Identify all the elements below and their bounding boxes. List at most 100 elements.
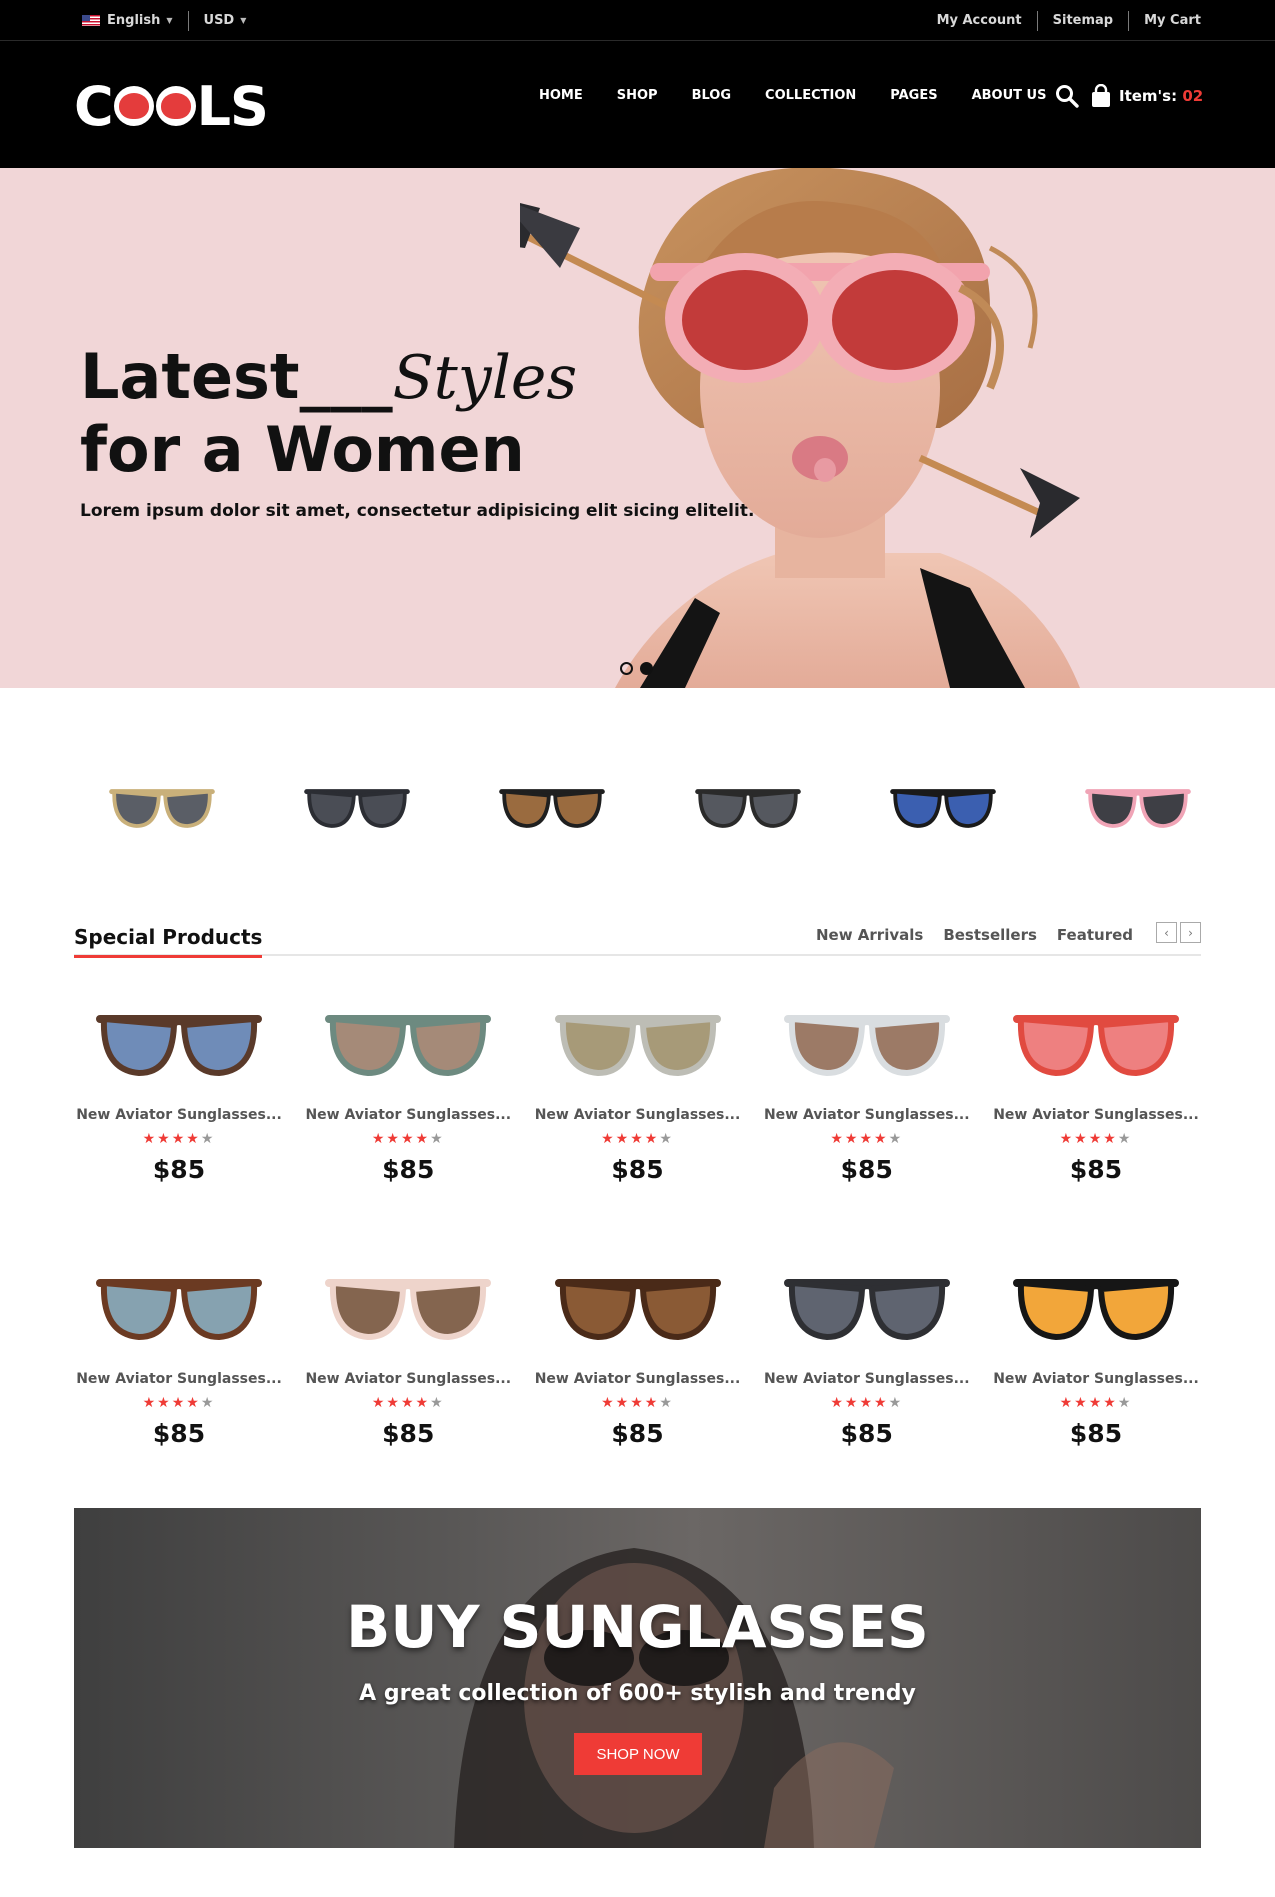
product-image[interactable] xyxy=(84,1249,274,1359)
star-icon: ★ xyxy=(644,1395,660,1411)
product-name[interactable]: New Aviator Sunglasses... xyxy=(76,1107,282,1123)
brand-item[interactable] xyxy=(1076,770,1200,840)
nav-pages[interactable]: PAGES xyxy=(890,88,937,103)
product-name[interactable]: New Aviator Sunglasses... xyxy=(535,1107,741,1123)
my-account-link[interactable]: My Account xyxy=(937,13,1022,28)
cart-button[interactable]: Item's: 02 xyxy=(1091,84,1203,108)
product-card[interactable]: New Aviator Sunglasses... ★★★★★ $85 xyxy=(74,985,284,1249)
product-card[interactable]: New Aviator Sunglasses... ★★★★★ $85 xyxy=(762,985,972,1249)
shop-now-button[interactable]: SHOP NOW xyxy=(574,1733,702,1775)
product-image[interactable] xyxy=(313,1249,503,1359)
star-icon: ★ xyxy=(1059,1395,1075,1411)
star-icon: ★ xyxy=(200,1395,216,1411)
slide-dot-1[interactable] xyxy=(620,662,633,675)
product-card[interactable]: New Aviator Sunglasses... ★★★★★ $85 xyxy=(74,1249,284,1513)
site-logo[interactable]: C LS xyxy=(74,75,269,138)
hero-slider: Latest___Styles for a Women Lorem ipsum … xyxy=(0,168,1275,688)
product-name[interactable]: New Aviator Sunglasses... xyxy=(76,1371,282,1387)
product-name[interactable]: New Aviator Sunglasses... xyxy=(764,1107,970,1123)
brand-item[interactable] xyxy=(881,770,1005,840)
currency-label: USD xyxy=(203,13,235,28)
product-image[interactable] xyxy=(1001,1249,1191,1359)
cart-count: 02 xyxy=(1182,87,1204,105)
star-icon: ★ xyxy=(1088,1395,1104,1411)
brand-item[interactable] xyxy=(295,770,419,840)
slide-dot-2[interactable] xyxy=(640,662,653,675)
hero-model-image xyxy=(520,168,1080,688)
language-label: English xyxy=(107,13,161,28)
my-cart-link[interactable]: My Cart xyxy=(1144,13,1201,28)
product-grid: New Aviator Sunglasses... ★★★★★ $85 New Avi… xyxy=(74,985,1201,1513)
search-icon[interactable] xyxy=(1055,84,1079,108)
nav-about-us[interactable]: ABOUT US xyxy=(972,88,1047,103)
star-icon: ★ xyxy=(888,1131,904,1147)
star-icon: ★ xyxy=(644,1131,660,1147)
product-image[interactable] xyxy=(772,1249,962,1359)
product-price: $85 xyxy=(611,1155,664,1184)
account-links: My Account Sitemap My Cart xyxy=(937,0,1201,41)
product-name[interactable]: New Aviator Sunglasses... xyxy=(764,1371,970,1387)
product-image[interactable] xyxy=(772,985,962,1095)
product-price: $85 xyxy=(152,1419,206,1448)
product-image[interactable] xyxy=(1001,985,1191,1095)
star-icon: ★ xyxy=(874,1395,889,1411)
promo-banner: BUY SUNGLASSES A great collection of 600… xyxy=(74,1508,1201,1848)
nav-blog[interactable]: BLOG xyxy=(692,88,731,103)
tab-featured[interactable]: Featured xyxy=(1057,926,1133,944)
product-card[interactable]: New Aviator Sunglasses... ★★★★★ $85 xyxy=(991,985,1201,1249)
next-arrow-icon[interactable]: › xyxy=(1180,922,1201,943)
product-name[interactable]: New Aviator Sunglasses... xyxy=(993,1107,1199,1123)
nav-shop[interactable]: SHOP xyxy=(617,88,658,103)
brand-item[interactable] xyxy=(490,770,614,840)
product-card[interactable]: New Aviator Sunglasses... ★★★★★ $85 xyxy=(533,1249,743,1513)
product-price: $85 xyxy=(382,1155,435,1184)
product-name[interactable]: New Aviator Sunglasses... xyxy=(305,1371,511,1387)
slider-dots xyxy=(620,662,660,675)
star-rating: ★★★★★ xyxy=(601,1395,674,1411)
nav-collection[interactable]: COLLECTION xyxy=(765,88,856,103)
star-icon: ★ xyxy=(659,1395,674,1411)
star-rating: ★★★★★ xyxy=(601,1131,674,1147)
product-row: New Aviator Sunglasses... ★★★★★ $85 New Avi… xyxy=(74,1249,1201,1513)
star-icon: ★ xyxy=(1103,1131,1118,1147)
carousel-arrows: ‹ › xyxy=(1153,922,1201,943)
currency-selector[interactable]: USD ▼ xyxy=(204,13,247,28)
product-image[interactable] xyxy=(84,985,274,1095)
star-icon: ★ xyxy=(888,1395,904,1411)
star-rating: ★★★★★ xyxy=(1060,1395,1133,1411)
header-tools: Item's: 02 xyxy=(1055,84,1203,108)
language-selector[interactable]: English ▼ xyxy=(82,13,173,28)
star-rating: ★★★★★ xyxy=(143,1131,216,1147)
product-card[interactable]: New Aviator Sunglasses... ★★★★★ $85 xyxy=(991,1249,1201,1513)
star-icon: ★ xyxy=(386,1395,401,1411)
star-icon: ★ xyxy=(430,1131,445,1147)
product-card[interactable]: New Aviator Sunglasses... ★★★★★ $85 xyxy=(533,985,743,1249)
product-card[interactable]: New Aviator Sunglasses... ★★★★★ $85 xyxy=(762,1249,972,1513)
product-name[interactable]: New Aviator Sunglasses... xyxy=(305,1107,511,1123)
star-icon: ★ xyxy=(601,1395,616,1411)
product-image[interactable] xyxy=(543,1249,733,1359)
star-icon: ★ xyxy=(630,1131,645,1147)
nav-home[interactable]: HOME xyxy=(539,88,583,103)
star-icon: ★ xyxy=(1117,1131,1133,1147)
tab-bestsellers[interactable]: Bestsellers xyxy=(943,926,1037,944)
product-name[interactable]: New Aviator Sunglasses... xyxy=(535,1371,741,1387)
product-price: $85 xyxy=(382,1419,435,1448)
product-name[interactable]: New Aviator Sunglasses... xyxy=(993,1371,1199,1387)
sitemap-link[interactable]: Sitemap xyxy=(1053,13,1113,28)
product-price: $85 xyxy=(1069,1419,1123,1448)
main-nav: HOME SHOP BLOG COLLECTION PAGES ABOUT US xyxy=(539,88,1072,103)
product-image[interactable] xyxy=(313,985,503,1095)
star-icon: ★ xyxy=(630,1395,645,1411)
main-header: C LS HOME SHOP BLOG COLLECTION PAGES ABO… xyxy=(0,41,1275,168)
product-image[interactable] xyxy=(543,985,733,1095)
brand-item[interactable] xyxy=(686,770,810,840)
tab-new-arrivals[interactable]: New Arrivals xyxy=(816,926,923,944)
product-card[interactable]: New Aviator Sunglasses... ★★★★★ $85 xyxy=(303,1249,513,1513)
section-title: Special Products xyxy=(74,925,263,958)
prev-arrow-icon[interactable]: ‹ xyxy=(1156,922,1177,943)
banner-model-image xyxy=(454,1548,894,1848)
brand-item[interactable] xyxy=(100,770,224,840)
product-card[interactable]: New Aviator Sunglasses... ★★★★★ $85 xyxy=(303,985,513,1249)
star-icon: ★ xyxy=(659,1131,674,1147)
